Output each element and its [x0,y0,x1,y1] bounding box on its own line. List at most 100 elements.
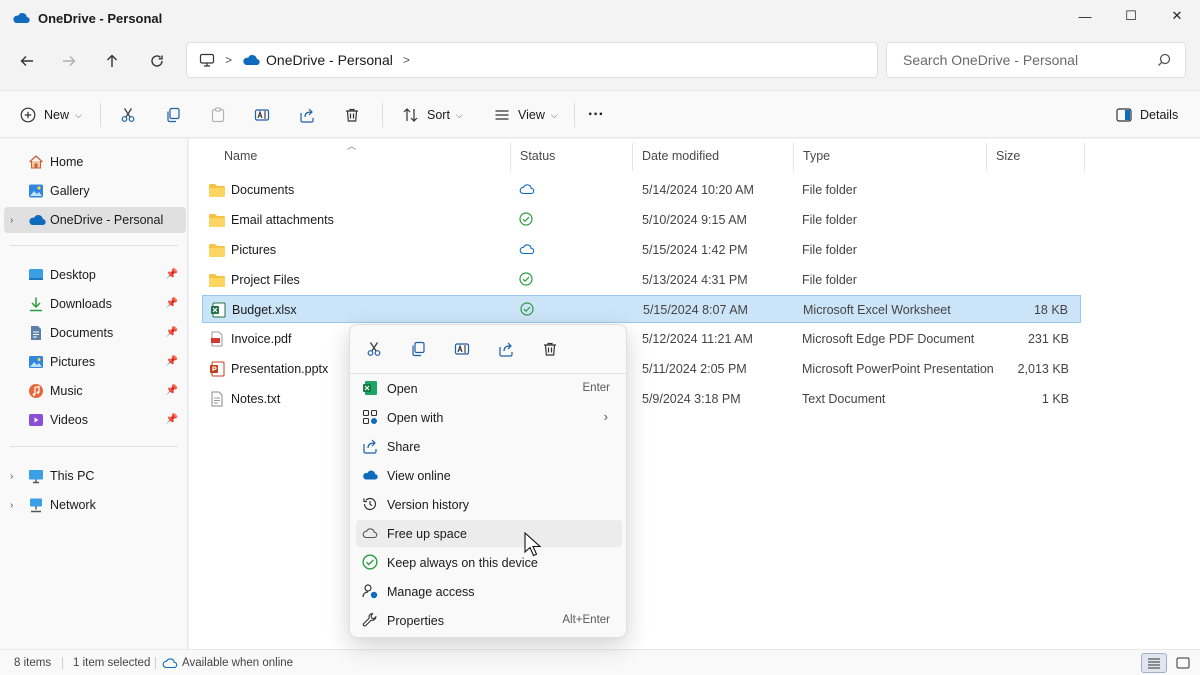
column-divider[interactable] [793,143,794,171]
details-view-button[interactable] [1141,653,1167,673]
context-share-button[interactable] [492,337,520,361]
context-delete-button[interactable] [536,337,564,361]
refresh-button[interactable] [142,48,172,74]
sidebar-item-network[interactable]: › Network [4,492,186,518]
rename-button[interactable] [254,103,270,127]
column-header-date[interactable]: Date modified [642,149,719,163]
column-header-name[interactable]: Name [224,149,257,163]
column-divider[interactable] [510,143,511,171]
pdf-file-icon [211,331,223,347]
sidebar-item-downloads[interactable]: Downloads 📌 [4,291,186,317]
file-type: Text Document [802,392,886,406]
menu-item-label: Open [387,382,418,396]
back-button[interactable] [12,48,42,74]
sort-button[interactable]: Sort ⌵ [402,103,463,127]
minimize-button[interactable]: — [1062,0,1108,32]
menu-item-label: Free up space [387,527,467,541]
chevron-right-icon[interactable]: › [10,215,13,226]
menu-item-version-history[interactable]: Version history [356,491,622,518]
menu-item-label: View online [387,469,451,483]
sidebar-item-music[interactable]: Music 📌 [4,378,186,404]
menu-item-properties[interactable]: Properties Alt+Enter [356,607,622,634]
delete-button[interactable] [344,103,360,127]
context-cut-button[interactable] [360,337,388,361]
share-icon [363,439,377,454]
table-row[interactable]: Documents 5/14/2024 10:20 AM File folder [202,176,1081,204]
sidebar-item-home[interactable]: Home [4,149,186,175]
menu-item-share[interactable]: Share [356,433,622,460]
menu-item-view-online[interactable]: View online [356,462,622,489]
network-icon [30,498,42,513]
breadcrumb-separator[interactable]: > [225,53,232,67]
copy-button[interactable] [165,103,181,127]
forward-button[interactable] [54,48,84,74]
sidebar-item-label: Gallery [50,184,90,198]
toolbar-divider [382,103,383,127]
view-button[interactable]: View ⌵ [494,103,558,127]
column-header-type[interactable]: Type [803,149,830,163]
menu-item-label: Properties [387,614,444,628]
pin-icon[interactable]: 📌 [166,327,178,338]
table-row[interactable]: Presentation.pptx 5/11/2024 2:05 PM Micr… [202,355,1081,383]
share-icon [499,342,513,357]
chevron-down-icon: ⌵ [550,109,558,120]
menu-item-free-up-space[interactable]: Free up space [356,520,622,547]
sidebar-item-gallery[interactable]: Gallery [4,178,186,204]
window-title: OneDrive - Personal [38,10,163,26]
chevron-right-icon[interactable]: › [10,471,13,482]
sidebar-item-videos[interactable]: Videos 📌 [4,407,186,433]
menu-item-manage-access[interactable]: Manage access [356,578,622,605]
column-divider[interactable] [1084,143,1085,171]
share-button[interactable] [299,103,315,127]
column-divider[interactable] [986,143,987,171]
column-header-status[interactable]: Status [520,149,555,163]
availability-status: Available when online [182,657,294,669]
chevron-right-icon[interactable]: › [10,500,13,511]
table-row[interactable]: Email attachments 5/10/2024 9:15 AM File… [202,206,1081,234]
arrow-right-icon [63,56,76,66]
more-options-button[interactable]: ··· [588,103,604,127]
column-header-size[interactable]: Size [996,149,1020,163]
sidebar-item-pictures[interactable]: Pictures 📌 [4,349,186,375]
menu-item-label: Keep always on this device [387,556,538,570]
menu-item-open-with[interactable]: Open with › [356,404,622,431]
menu-item-keep-on-device[interactable]: Keep always on this device [356,549,622,576]
table-row[interactable]: Invoice.pdf 5/12/2024 11:21 AM Microsoft… [202,325,1081,353]
context-copy-button[interactable] [404,337,432,361]
table-row[interactable]: Pictures 5/15/2024 1:42 PM File folder [202,236,1081,264]
sidebar-item-onedrive[interactable]: › OneDrive - Personal [4,207,186,233]
breadcrumb-onedrive[interactable]: OneDrive - Personal [266,52,393,68]
sidebar-item-this-pc[interactable]: › This PC [4,463,186,489]
pin-icon[interactable]: 📌 [166,385,178,396]
new-button[interactable]: New ⌵ [20,103,82,127]
search-input[interactable]: Search OneDrive - Personal [886,42,1186,78]
breadcrumb-separator-trailing[interactable]: > [403,53,410,67]
title-bar: OneDrive - Personal — ☐ ✕ [0,0,1200,36]
column-divider[interactable] [632,143,633,171]
menu-item-label: Open with [387,411,444,425]
table-row[interactable]: Project Files 5/13/2024 4:31 PM File fol… [202,266,1081,294]
table-row-selected[interactable]: Budget.xlsx 5/15/2024 8:07 AM Microsoft … [202,295,1081,323]
onedrive-icon [363,470,378,480]
up-button[interactable] [97,48,127,74]
details-button[interactable]: Details [1116,103,1178,127]
pin-icon[interactable]: 📌 [166,298,178,309]
pin-icon[interactable]: 📌 [166,269,178,280]
menu-item-open[interactable]: Open Enter [356,375,622,402]
table-row[interactable]: Notes.txt 5/9/2024 3:18 PM Text Document… [202,385,1081,413]
paste-button[interactable] [210,103,226,127]
pin-icon[interactable]: 📌 [166,356,178,367]
menu-item-label: Share [387,440,421,454]
sidebar-item-desktop[interactable]: Desktop 📌 [4,262,186,288]
music-icon [29,384,43,398]
context-rename-button[interactable] [448,337,476,361]
sidebar-item-documents[interactable]: Documents 📌 [4,320,186,346]
cut-button[interactable] [120,103,136,127]
sidebar-divider [10,446,178,447]
close-button[interactable]: ✕ [1154,0,1200,32]
address-bar[interactable]: > OneDrive - Personal > [186,42,878,78]
maximize-button[interactable]: ☐ [1108,0,1154,32]
pin-icon[interactable]: 📌 [166,414,178,425]
tiles-view-button[interactable] [1170,653,1196,673]
file-name: Pictures [231,243,277,257]
